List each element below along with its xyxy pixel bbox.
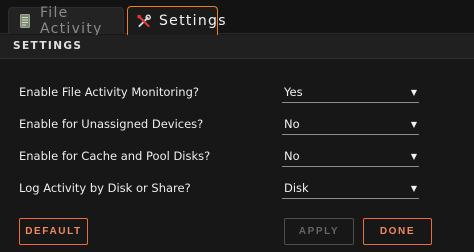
section-title: SETTINGS (13, 40, 83, 52)
select-value: Yes (284, 85, 303, 99)
caret-down-icon: ▼ (410, 120, 417, 129)
tab-file-activity-label: File Activity (39, 5, 103, 37)
setting-label: Enable for Unassigned Devices? (19, 117, 204, 131)
tab-bar: File Activity Settings (0, 0, 474, 37)
settings-section-header: SETTINGS (0, 35, 474, 59)
setting-label: Enable for Cache and Pool Disks? (19, 149, 211, 163)
setting-row-unassigned-devices: Enable for Unassigned Devices? No ▼ (0, 115, 474, 135)
apply-button[interactable]: APPLY (284, 218, 354, 245)
setting-label: Log Activity by Disk or Share? (19, 181, 191, 195)
select-value: No (284, 149, 300, 163)
select-value: Disk (284, 181, 309, 195)
done-button[interactable]: DONE (363, 218, 432, 245)
unassigned-devices-select[interactable]: No ▼ (282, 115, 419, 135)
setting-row-cache-pool: Enable for Cache and Pool Disks? No ▼ (0, 147, 474, 167)
select-value: No (284, 117, 300, 131)
tab-file-activity[interactable]: File Activity (8, 5, 124, 37)
document-icon (19, 13, 31, 29)
log-activity-select[interactable]: Disk ▼ (282, 179, 419, 199)
caret-down-icon: ▼ (410, 152, 417, 161)
caret-down-icon: ▼ (410, 88, 417, 97)
default-button[interactable]: DEFAULT (19, 218, 88, 245)
tools-icon (137, 13, 151, 29)
setting-row-log-activity: Log Activity by Disk or Share? Disk ▼ (0, 179, 474, 199)
setting-row-monitoring: Enable File Activity Monitoring? Yes ▼ (0, 83, 474, 103)
cache-pool-select[interactable]: No ▼ (282, 147, 419, 167)
tab-settings[interactable]: Settings (127, 6, 226, 35)
caret-down-icon: ▼ (410, 184, 417, 193)
setting-label: Enable File Activity Monitoring? (19, 85, 199, 99)
tab-settings-label: Settings (159, 13, 227, 29)
monitoring-select[interactable]: Yes ▼ (282, 83, 419, 103)
